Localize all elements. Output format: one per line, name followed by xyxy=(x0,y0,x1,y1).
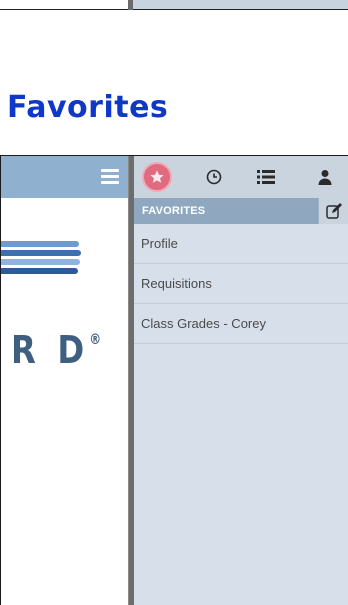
user-tab-button[interactable] xyxy=(317,169,333,190)
favorite-item-requisitions[interactable]: Requisitions xyxy=(134,264,348,304)
favorite-item-profile[interactable]: Profile xyxy=(134,224,348,264)
favorites-header-label: FAVORITES xyxy=(142,205,206,217)
star-icon xyxy=(150,170,164,183)
top-strip-left xyxy=(0,0,128,10)
logo-text: R D® xyxy=(11,328,102,372)
app-screenshot: R D® FAVORITES Profile Requisitions Clas… xyxy=(0,155,348,605)
left-toolbar xyxy=(1,156,128,198)
list-tab-button[interactable] xyxy=(257,169,275,190)
sidebar-toolbar xyxy=(134,156,348,198)
favorites-header: FAVORITES xyxy=(134,198,348,224)
top-cropped-strip xyxy=(0,0,348,10)
history-tab-button[interactable] xyxy=(206,169,222,190)
top-strip-right xyxy=(133,0,348,10)
favorites-list: Profile Requisitions Class Grades - Core… xyxy=(134,224,348,344)
favorite-item-class-grades[interactable]: Class Grades - Corey xyxy=(134,304,348,344)
hamburger-menu-icon[interactable] xyxy=(101,169,119,184)
clock-icon xyxy=(206,169,222,185)
favorites-sidebar: FAVORITES Profile Requisitions Class Gra… xyxy=(134,156,348,605)
page-title: Favorites xyxy=(7,90,169,125)
left-panel: R D® xyxy=(1,156,128,605)
edit-icon xyxy=(326,203,342,219)
list-icon xyxy=(257,170,275,184)
edit-favorites-button[interactable] xyxy=(318,198,348,224)
favorites-tab-button[interactable] xyxy=(142,162,172,192)
user-icon xyxy=(318,170,332,185)
